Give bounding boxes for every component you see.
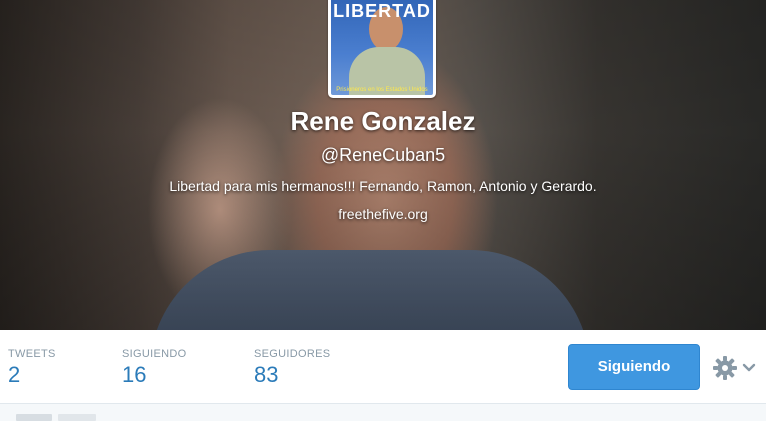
timeline-tab[interactable] (16, 414, 52, 421)
profile-bio: Libertad para mis hermanos!!! Fernando, … (169, 178, 597, 194)
stat-followers-label: SEGUIDORES (254, 348, 331, 360)
profile-url-link[interactable]: freethefive.org (338, 206, 428, 222)
stat-tweets-count: 2 (8, 362, 21, 387)
avatar-banner-text: LIBERTAD (333, 1, 431, 21)
stat-followers[interactable]: SEGUIDORES 83 (254, 348, 330, 388)
profile-screen-name: @ReneCuban5 (320, 145, 446, 165)
user-actions-dropdown[interactable] (711, 354, 761, 382)
timeline-tabs-strip (0, 404, 766, 421)
avatar-caption-text: Prisioneros en los Estados Unidos (336, 87, 428, 93)
stat-tweets[interactable]: TWEETS 2 (8, 348, 56, 388)
header-photo-shape (150, 250, 590, 330)
stat-followers-count: 83 (254, 362, 279, 387)
gear-icon (713, 356, 737, 380)
timeline-tab[interactable] (58, 414, 96, 421)
chevron-down-icon (742, 363, 756, 372)
stat-following[interactable]: SIGUIENDO 16 (122, 348, 186, 388)
following-button[interactable]: Siguiendo (568, 344, 700, 390)
profile-avatar[interactable]: LIBERTAD Prisioneros en los Estados Unid… (328, 0, 436, 98)
stat-following-count: 16 (122, 362, 147, 387)
profile-name: Rene Gonzalez (290, 106, 476, 136)
stat-tweets-label: TWEETS (8, 348, 56, 360)
stat-following-label: SIGUIENDO (122, 348, 187, 360)
